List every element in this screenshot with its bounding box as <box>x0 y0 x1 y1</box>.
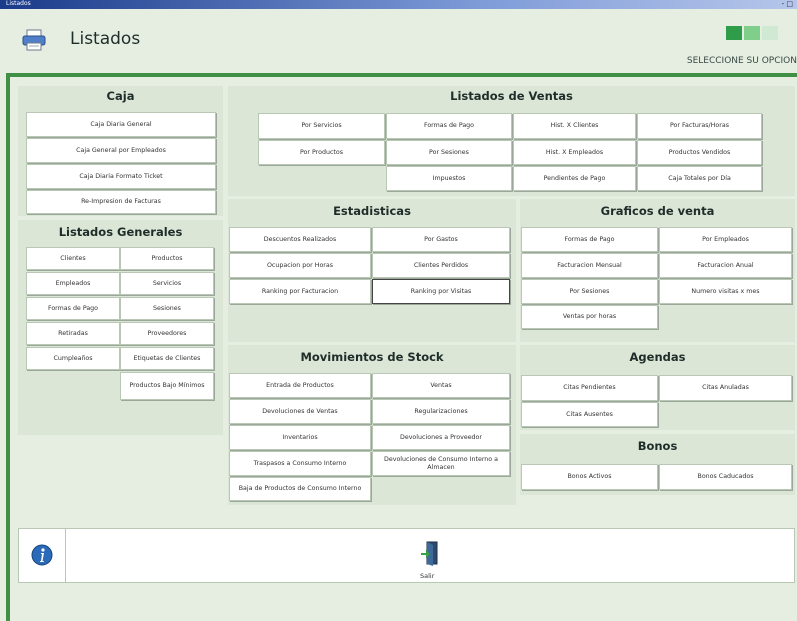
stock-button-entrada-productos[interactable]: Entrada de Productos <box>229 373 371 398</box>
caja-button-4[interactable]: Re-Impresion de Facturas <box>26 190 216 214</box>
ventas-button-impuestos[interactable]: Impuestos <box>386 166 512 191</box>
panel-title-graficos: Graficos de venta <box>600 204 715 218</box>
graficos-button-visitas-mes[interactable]: Numero visitas x mes <box>659 279 792 304</box>
stock-button-devoluciones-consumo[interactable]: Devoluciones de Consumo Interno a Almace… <box>372 451 510 476</box>
estadisticas-button-gastos[interactable]: Por Gastos <box>372 227 510 252</box>
ventas-button-por-sesiones[interactable]: Por Sesiones <box>386 140 512 165</box>
stock-button-regularizaciones[interactable]: Regularizaciones <box>372 399 510 424</box>
stock-button-inventarios[interactable]: Inventarios <box>229 425 371 450</box>
graficos-button-facturacion-mensual[interactable]: Facturacion Mensual <box>521 253 658 278</box>
ventas-button-hist-empleados[interactable]: Hist. X Empleados <box>513 140 636 165</box>
caja-button-3[interactable]: Caja Diaria Formato Ticket <box>26 164 216 189</box>
estadisticas-button-clientes-perdidos[interactable]: Clientes Perdidos <box>372 253 510 278</box>
ventas-button-por-servicios[interactable]: Por Servicios <box>258 113 385 139</box>
status-square-3 <box>762 26 778 40</box>
panel-title-estadisticas: Estadisticas <box>333 204 411 218</box>
graficos-button-facturacion-anual[interactable]: Facturacion Anual <box>659 253 792 278</box>
agendas-button-citas-ausentes[interactable]: Citas Ausentes <box>521 402 658 427</box>
generales-button-bajo-minimos[interactable]: Productos Bajo Mínimos <box>120 372 214 400</box>
caja-button-1[interactable]: Caja Diaria General <box>26 112 216 137</box>
graficos-button-formas-pago[interactable]: Formas de Pago <box>521 227 658 252</box>
ventas-button-pendientes-pago[interactable]: Pendientes de Pago <box>513 166 636 191</box>
selection-hint: SELECCIONE SU OPCION <box>686 56 797 66</box>
stock-button-devoluciones-proveedor[interactable]: Devoluciones a Proveedor <box>372 425 510 450</box>
info-button[interactable] <box>18 528 66 583</box>
ventas-button-facturas-horas[interactable]: Por Facturas/Horas <box>637 113 762 139</box>
panel-title-caja: Caja <box>106 89 135 103</box>
panel-title-generales: Listados Generales <box>58 225 183 239</box>
panel-title-ventas: Listados de Ventas <box>450 89 573 103</box>
generales-button-empleados[interactable]: Empleados <box>26 272 120 295</box>
graficos-button-ventas-horas[interactable]: Ventas por horas <box>521 305 658 329</box>
ventas-button-por-productos[interactable]: Por Productos <box>258 140 385 165</box>
bonos-button-caducados[interactable]: Bonos Caducados <box>659 464 792 490</box>
ventas-button-productos-vendidos[interactable]: Productos Vendidos <box>637 140 762 165</box>
bonos-button-activos[interactable]: Bonos Activos <box>521 464 658 490</box>
estadisticas-button-ocupacion[interactable]: Ocupacion por Horas <box>229 253 371 278</box>
status-square-2 <box>744 26 760 40</box>
exit-label: Salir <box>420 572 435 580</box>
ventas-button-caja-totales[interactable]: Caja Totales por Día <box>637 166 762 191</box>
generales-button-sesiones[interactable]: Sesiones <box>120 297 214 320</box>
estadisticas-button-ranking-facturacion[interactable]: Ranking por Facturacion <box>229 279 371 304</box>
generales-button-proveedores[interactable]: Proveedores <box>120 322 214 345</box>
panel-title-bonos: Bonos <box>637 439 678 453</box>
generales-button-retiradas[interactable]: Retiradas <box>26 322 120 345</box>
panel-title-agendas: Agendas <box>629 350 686 364</box>
stock-button-traspasos-consumo[interactable]: Traspasos a Consumo Interno <box>229 451 371 476</box>
estadisticas-button-ranking-visitas[interactable]: Ranking por Visitas <box>372 279 510 304</box>
graficos-button-por-empleados[interactable]: Por Empleados <box>659 227 792 252</box>
status-square-1 <box>726 26 742 40</box>
generales-button-cumpleanos[interactable]: Cumpleaños <box>26 347 120 370</box>
stock-button-baja-productos[interactable]: Baja de Productos de Consumo Interno <box>229 477 371 501</box>
agendas-button-citas-pendientes[interactable]: Citas Pendientes <box>521 375 658 401</box>
ventas-button-hist-clientes[interactable]: Hist. X Clientes <box>513 113 636 139</box>
stock-button-ventas[interactable]: Ventas <box>372 373 510 398</box>
printer-icon <box>22 29 46 51</box>
generales-button-clientes[interactable]: Clientes <box>26 247 120 270</box>
generales-button-productos[interactable]: Productos <box>120 247 214 270</box>
info-icon <box>31 544 53 566</box>
estadisticas-button-descuentos[interactable]: Descuentos Realizados <box>229 227 371 252</box>
window-title: Listados <box>6 0 31 7</box>
window-titlebar: Listados - □ <box>0 0 797 9</box>
graficos-button-por-sesiones[interactable]: Por Sesiones <box>521 279 658 304</box>
bottom-toolbar <box>18 528 795 583</box>
caja-button-2[interactable]: Caja General por Empleados <box>26 138 216 163</box>
exit-door-icon[interactable] <box>420 540 440 566</box>
agendas-button-citas-anuladas[interactable]: Citas Anuladas <box>659 375 792 401</box>
panel-title-stock: Movimientos de Stock <box>300 350 444 364</box>
generales-button-servicios[interactable]: Servicios <box>120 272 214 295</box>
stock-button-devoluciones-ventas[interactable]: Devoluciones de Ventas <box>229 399 371 424</box>
ventas-button-formas-pago[interactable]: Formas de Pago <box>386 113 512 139</box>
generales-button-etiquetas[interactable]: Etiquetas de Clientes <box>120 347 214 370</box>
header: Listados SELECCIONE SU OPCION <box>0 9 797 75</box>
window-controls[interactable]: - □ <box>782 0 793 9</box>
page-title: Listados <box>70 29 141 49</box>
generales-button-formas-pago[interactable]: Formas de Pago <box>26 297 120 320</box>
